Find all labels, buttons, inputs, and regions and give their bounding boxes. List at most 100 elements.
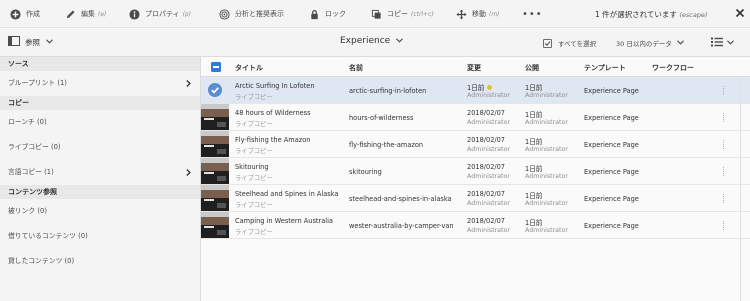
copy-button[interactable]: コピー (ctrl+c) [370,0,434,28]
create-button[interactable]: 作成 [9,0,40,28]
create-label: 作成 [26,10,40,18]
row-modified-by: Administrator [467,119,510,126]
copy-icon [370,8,382,20]
column-header-modified[interactable]: 変更 [467,63,481,73]
row-published-by: Administrator [525,200,568,207]
rail-item-launches[interactable]: ローンチ (0) [0,110,200,135]
row-published-date: 1日前 [525,165,543,173]
selection-status: 1 件が選択されています (escape) [595,9,707,20]
row-modified: 1日前 [467,82,493,92]
list-view-icon [711,37,723,49]
rail-item-lent-content[interactable]: 貸したコンテンツ (0) [0,249,200,274]
table-row[interactable]: Fly-fishing the Amazon ライブコピー fly-fishing-… [201,131,750,158]
table-row[interactable]: Steelhead and Spines in Alaska ライブコピー stee… [201,185,750,212]
drag-handle-icon[interactable] [723,86,725,95]
rail-item-language-copies[interactable]: 言語コピー (1) [0,160,200,185]
selection-shortcut: (escape) [679,11,708,19]
row-thumbnail[interactable] [201,104,229,130]
close-selection-icon[interactable] [735,8,745,18]
table-row[interactable]: Camping in Western Australia ライブコピー wester… [201,212,750,239]
row-modified-date: 1日前 [467,84,485,92]
row-published-date: 1日前 [525,138,543,146]
target-icon [218,8,230,20]
view-switcher-button[interactable] [711,37,734,49]
rail-panel-icon [8,36,20,48]
move-icon [455,8,467,20]
row-modified: 2018/02/07 [467,217,505,225]
rail-item-blueprint[interactable]: ブループリント (1) [0,71,200,96]
row-title: Arctic Surfing In Lofoten [235,82,315,90]
table-header: タイトル 名前 変更 公開 テンプレート ワークフロー [201,57,750,77]
row-name: hours-of-wilderness [349,114,414,122]
row-modified-by: Administrator [467,227,510,234]
references-rail: ソース ブループリント (1) コピー ローンチ (0) ライブコピー (0) … [0,57,201,301]
select-all-button[interactable]: すべてを選択 [543,38,596,48]
drag-handle-icon[interactable] [723,140,725,149]
row-modified-by: Administrator [467,173,510,180]
row-title: Fly-fishing the Amazon [235,136,311,144]
row-name: arctic-surfing-in-lofoten [349,87,427,95]
drag-handle-icon[interactable] [723,221,725,230]
row-modified: 2018/02/07 [467,109,505,117]
collection-title-dropdown[interactable]: Experience [340,36,404,46]
column-header-workflow[interactable]: ワークフロー [652,63,694,73]
row-published-by: Administrator [525,119,568,126]
lock-button[interactable]: ロック [308,0,346,28]
lock-label: ロック [325,10,346,18]
row-subtitle: ライブコピー [235,94,273,101]
rail-toggle-button[interactable]: 参照 [8,36,53,48]
rail-toggle-label: 参照 [25,37,40,47]
row-subtitle: ライブコピー [235,121,273,128]
analytics-button[interactable]: 分析と推奨表示 [218,0,284,28]
column-header-title[interactable]: タイトル [235,63,263,73]
row-published-by: Administrator [525,146,568,153]
column-header-published[interactable]: 公開 [525,63,539,73]
rail-item-incoming-links[interactable]: 被リンク (0) [0,199,200,224]
row-modified-by: Administrator [467,200,510,207]
row-template: Experience Page [584,114,639,122]
row-name: fly-fishing-the-amazon [349,141,424,149]
move-label: 移動 [472,10,486,18]
table-row[interactable]: Arctic Surfing In Lofoten ライブコピー arctic-su… [201,77,750,104]
row-thumbnail[interactable] [201,131,229,157]
row-name: skitouring [349,168,382,176]
rail-section-source: ソース [0,57,200,71]
chevron-right-icon [186,80,191,87]
row-modified-date: 2018/02/07 [467,109,506,117]
list-view-table: タイトル 名前 変更 公開 テンプレート ワークフロー Arctic Surfi… [201,57,750,301]
column-header-name[interactable]: 名前 [349,63,363,73]
row-modified-date: 2018/02/07 [467,190,506,198]
row-template: Experience Page [584,195,639,203]
drag-handle-icon[interactable] [723,167,725,176]
move-button[interactable]: 移動 (m) [455,0,500,28]
select-all-label: すべてを選択 [558,40,597,48]
row-thumbnail[interactable] [201,158,229,184]
row-template: Experience Page [584,222,639,230]
chevron-down-icon [46,38,53,46]
row-selected-check-icon[interactable] [208,83,222,97]
rail-item-live-copies[interactable]: ライブコピー (0) [0,135,200,160]
column-header-template[interactable]: テンプレート [584,63,626,73]
row-thumbnail[interactable] [201,212,229,238]
edit-button[interactable]: 編集 (e) [64,0,106,28]
modified-status-dot-icon [487,85,493,90]
select-all-checkbox-icon [543,38,552,48]
drag-handle-icon[interactable] [723,113,725,122]
row-thumbnail[interactable] [201,185,229,211]
drag-handle-icon[interactable] [723,194,725,203]
more-actions-button[interactable]: ••• [522,9,543,20]
secondary-toolbar: 参照 Experience すべてを選択 30 日以内のデータ [0,28,750,57]
rail-item-borrowed-content[interactable]: 借りているコンテンツ (0) [0,224,200,249]
date-filter-dropdown[interactable]: 30 日以内のデータ [616,38,684,48]
row-published-date: 1日前 [525,84,543,92]
action-bar: 作成 編集 (e) プロパティ (p) 分析と推奨表示 ロック コピー (ctr… [0,0,750,28]
header-select-checkbox[interactable] [211,62,221,72]
row-published-date: 1日前 [525,111,543,119]
column-divider [740,78,741,301]
rail-item-label: ローンチ (0) [8,118,47,126]
table-row[interactable]: Skitouring ライブコピー skitouring 2018/02/07 Admi… [201,158,750,185]
properties-button[interactable]: プロパティ (p) [128,0,191,28]
row-thumbnail[interactable] [201,77,229,103]
chevron-right-icon [186,169,191,176]
table-row[interactable]: 48 hours of Wilderness ライブコピー hours-of-wil… [201,104,750,131]
